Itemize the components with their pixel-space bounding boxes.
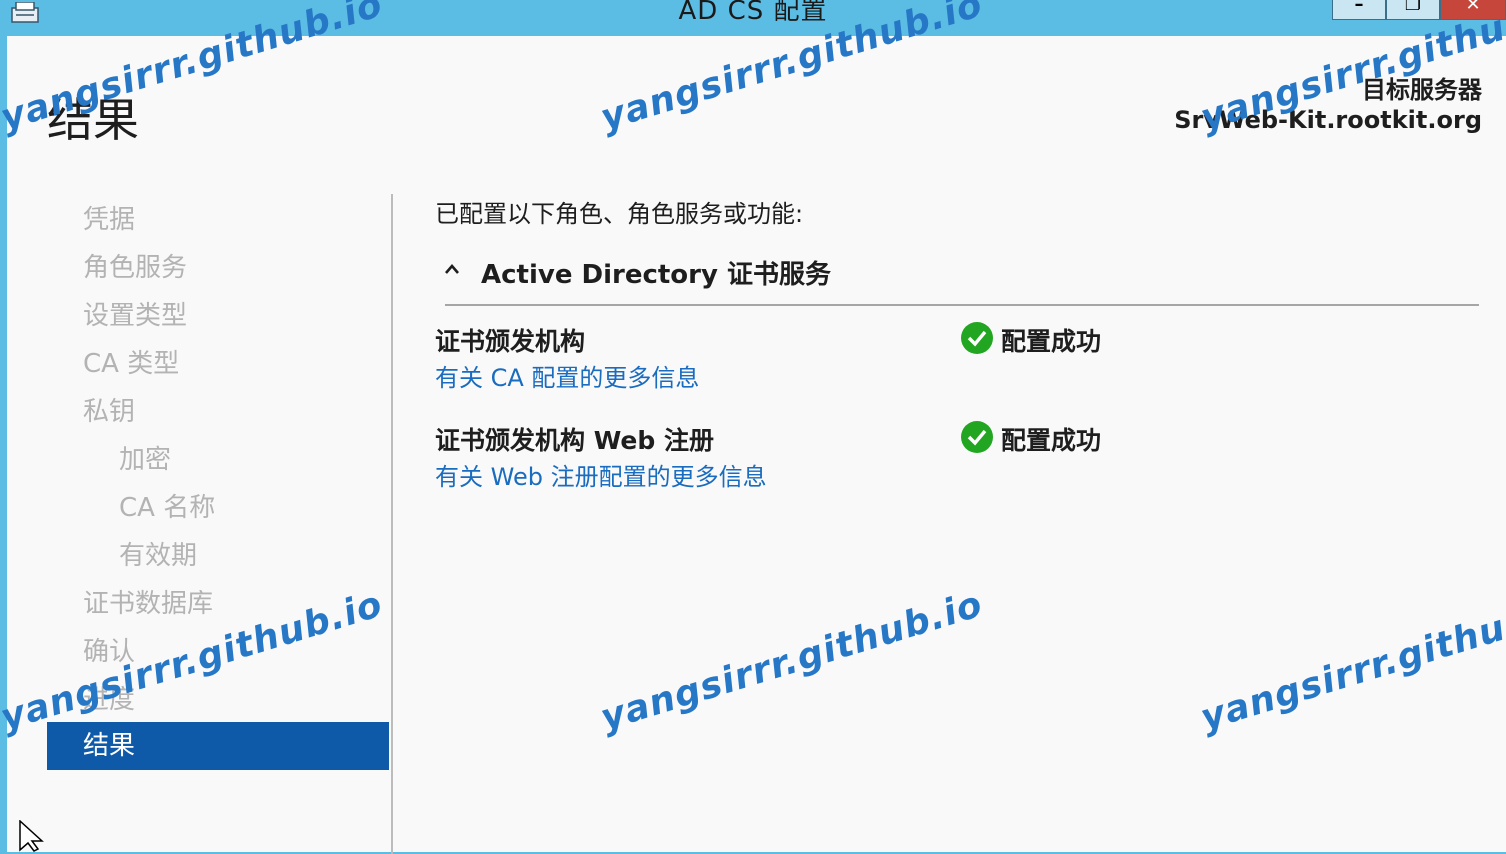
result-row-web-enrollment: 证书颁发机构 Web 注册 有关 Web 注册配置的更多信息 配置成功	[435, 421, 1475, 491]
result-row-ca: 证书颁发机构 有关 CA 配置的更多信息 配置成功	[435, 322, 1475, 392]
close-icon: ✕	[1465, 0, 1481, 15]
maximize-icon: ❐	[1404, 0, 1422, 15]
nav-item-credentials[interactable]: 凭据	[47, 196, 389, 244]
nav-item-validity-period[interactable]: 有效期	[47, 532, 389, 580]
nav-item-role-services[interactable]: 角色服务	[47, 244, 389, 292]
success-check-icon	[961, 421, 993, 453]
nav-item-certificate-database[interactable]: 证书数据库	[47, 580, 389, 628]
nav-item-cryptography[interactable]: 加密	[47, 436, 389, 484]
wizard-content: 结果 目标服务器 SrvWeb-Kit.rootkit.org 凭据 角色服务 …	[7, 36, 1506, 854]
page-title: 结果	[47, 93, 139, 147]
nav-item-private-key[interactable]: 私钥	[47, 388, 389, 436]
minimize-button[interactable]: –	[1332, 0, 1386, 20]
section-divider	[445, 304, 1479, 306]
status-text: 配置成功	[1001, 426, 1102, 455]
title-bar: AD CS 配置 – ❐ ✕	[0, 0, 1506, 36]
target-server-value: SrvWeb-Kit.rootkit.org	[1174, 106, 1482, 134]
nav-item-progress[interactable]: 进度	[47, 676, 389, 724]
nav-item-ca-name[interactable]: CA 名称	[47, 484, 389, 532]
nav-item-ca-type[interactable]: CA 类型	[47, 340, 389, 388]
nav-divider	[391, 194, 393, 854]
nav-item-setup-type[interactable]: 设置类型	[47, 292, 389, 340]
results-intro: 已配置以下角色、角色服务或功能:	[435, 200, 804, 228]
target-server-label: 目标服务器	[1362, 76, 1482, 104]
nav-item-confirmation[interactable]: 确认	[47, 628, 389, 676]
role-service-name: 证书颁发机构	[435, 327, 586, 356]
collapse-caret-icon[interactable]	[445, 262, 459, 276]
maximize-button[interactable]: ❐	[1386, 0, 1440, 20]
success-check-icon	[961, 322, 993, 354]
more-info-link[interactable]: 有关 Web 注册配置的更多信息	[435, 457, 767, 492]
mouse-cursor-icon	[19, 820, 44, 852]
section-title: Active Directory 证书服务	[481, 260, 831, 290]
role-service-name: 证书颁发机构 Web 注册	[435, 426, 714, 455]
window-title: AD CS 配置	[678, 0, 828, 26]
close-button[interactable]: ✕	[1440, 0, 1506, 20]
more-info-link[interactable]: 有关 CA 配置的更多信息	[435, 358, 699, 393]
nav-item-results[interactable]: 结果	[47, 722, 389, 770]
status-text: 配置成功	[1001, 327, 1102, 356]
minimize-icon: –	[1354, 0, 1364, 15]
